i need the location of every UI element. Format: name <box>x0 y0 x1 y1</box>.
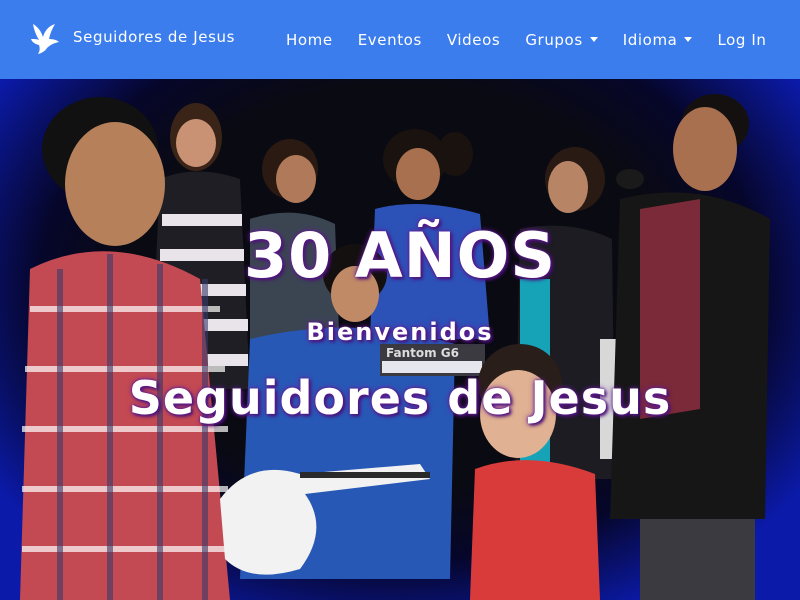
nav-login-label: Log In <box>717 30 767 49</box>
hero-welcome: Bienvenidos <box>306 318 494 346</box>
nav-videos[interactable]: Videos <box>447 31 500 49</box>
brand-link[interactable]: Seguidores de Jesus <box>30 18 235 56</box>
nav-eventos-label: Eventos <box>357 30 422 49</box>
nav-videos-label: Videos <box>446 30 501 49</box>
nav-grupos-dropdown[interactable]: Grupos <box>525 30 598 49</box>
caret-down-icon <box>589 37 598 42</box>
nav-eventos[interactable]: Eventos <box>358 31 422 49</box>
nav-home-label: Home <box>286 30 333 49</box>
hero-banner: Fantom G6 30 AÑOS Bienvenidos Seguidores… <box>0 79 800 600</box>
nav-home[interactable]: Home <box>286 31 333 49</box>
nav-links: Home Eventos Videos Grupos Idioma Log In <box>286 0 792 79</box>
nav-login[interactable]: Log In <box>717 31 766 49</box>
dove-icon <box>31 24 59 54</box>
nav-idioma-dropdown[interactable]: Idioma <box>623 31 693 49</box>
top-navbar: Seguidores de Jesus Home Eventos Videos … <box>0 0 800 79</box>
brand-name: Seguidores de Jesus <box>73 28 236 46</box>
nav-grupos-label: Grupos <box>525 30 583 49</box>
caret-down-icon <box>684 37 693 42</box>
man-black-vest <box>610 94 770 600</box>
hero-title: Seguidores de Jesus <box>128 371 672 425</box>
hero-headline: 30 AÑOS <box>243 219 557 292</box>
keyboard-brand-label: Fantom G6 <box>386 346 459 360</box>
nav-idioma-label: Idioma <box>622 30 678 49</box>
